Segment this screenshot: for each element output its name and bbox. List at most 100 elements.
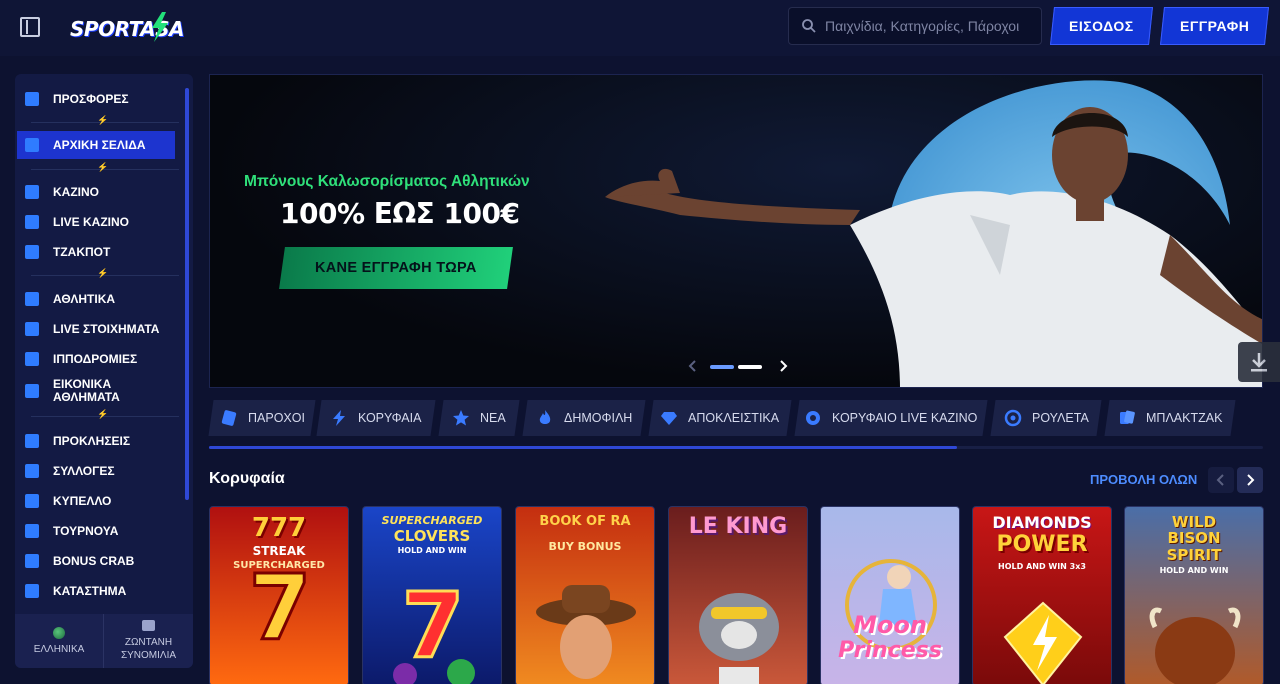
sidebar-divider [31, 268, 179, 279]
register-button[interactable]: ΕΓΓΡΑΦΗ [1160, 7, 1269, 45]
game-subtitle: SPIRIT [1166, 546, 1222, 564]
language-selector[interactable]: ΕΛΛΗΝΙΚΑ [15, 614, 104, 668]
download-icon [1251, 353, 1267, 372]
game-subtitle: BUY BONUS [548, 540, 622, 553]
sidebar-item-cup[interactable]: ΚΥΠΕΛΛΟ [17, 492, 175, 510]
cards-icon [1119, 410, 1135, 424]
game-subtitle: Princess [838, 638, 942, 663]
sidebar-item-label: ΠΡΟΣΦΟΡΕΣ [53, 91, 129, 106]
sidebar-item-store[interactable]: ΚΑΤΑΣΤΗΜΑ [17, 582, 175, 600]
sidebar-item-label: ΑΡΧΙΚΗ ΣΕΛΙΔΑ [53, 137, 146, 152]
game-subtitle: SUPERCHARGED [233, 560, 325, 571]
game-card[interactable]: WILD BISON SPIRIT HOLD AND WIN [1124, 506, 1264, 684]
tab-label: ΔΗΜΟΦΙΛΗ [563, 411, 633, 425]
game-title: DIAMONDS [992, 513, 1092, 532]
carousel-next-button[interactable] [1237, 467, 1263, 493]
sidebar-item-challenges[interactable]: ΠΡΟΚΛΗΣΕΙΣ [17, 432, 175, 450]
sidebar: ΠΡΟΣΦΟΡΕΣ ΑΡΧΙΚΗ ΣΕΛΙΔΑ ΚΑΖΙΝΟ LIVE ΚΑΖΙ… [15, 74, 193, 668]
banner-title: 100% ΕΩΣ 100€ [280, 197, 520, 230]
game-title: LE KING [688, 514, 788, 539]
tab-exclusive[interactable]: ΑΠΟΚΛΕΙΣΤΙΚΑ [648, 400, 792, 436]
game-title: BOOK OF RA [539, 514, 631, 529]
tab-blackjack[interactable]: ΜΠΛΑΚΤΖΑΚ [1104, 400, 1236, 436]
section-title: Κορυφαία [209, 470, 285, 487]
game-card[interactable]: Moon Princess [820, 506, 960, 684]
tab-top[interactable]: ΚΟΡΥΦΑΙΑ [316, 400, 436, 436]
game-card[interactable]: 7 SUPERCHARGED CLOVERS HOLD AND WIN [362, 506, 502, 684]
search-icon [802, 19, 816, 33]
tab-label: ΑΠΟΚΛΕΙΣΤΙΚΑ [688, 411, 780, 425]
view-all-link[interactable]: ΠΡΟΒΟΛΗ ΟΛΩΝ [1090, 472, 1197, 487]
slide-indicator-active[interactable] [738, 365, 762, 369]
game-subtitle: STREAK [252, 544, 306, 558]
sidebar-item-promotions[interactable]: ΠΡΟΣΦΟΡΕΣ [17, 90, 175, 108]
live-casino-icon [25, 215, 39, 229]
soccer-ball-icon [25, 292, 39, 306]
sidebar-footer: ΕΛΛΗΝΙΚΑ ΖΩΝΤΑΝΗ ΣΥΝΟΜΙΛΙΑ [15, 614, 193, 668]
live-chat-button[interactable]: ΖΩΝΤΑΝΗ ΣΥΝΟΜΙΛΙΑ [104, 614, 193, 668]
sidebar-item-label: ΕΙΚΟΝΙΚΑ ΑΘΛΗΜΑΤΑ [53, 377, 120, 404]
trophy-icon [25, 494, 39, 508]
tab-roulette[interactable]: ΡΟΥΛΕΤΑ [990, 400, 1102, 436]
slot-machine-icon [25, 185, 39, 199]
game-card[interactable]: DIAMONDS POWER HOLD AND WIN 3x3 [972, 506, 1112, 684]
game-subtitle: POWER [996, 532, 1088, 557]
site-logo[interactable]: SPORTASA [70, 12, 185, 44]
sidebar-divider [31, 409, 179, 420]
sidebar-toggle-icon[interactable] [20, 17, 40, 37]
game-subtitle: BISON [1167, 529, 1221, 547]
sidebar-item-horse-racing[interactable]: ΙΠΠΟΔΡΟΜΙΕΣ [17, 350, 175, 368]
login-label: ΕΙΣΟΔΟΣ [1069, 18, 1134, 34]
chat-bubble-icon [142, 620, 155, 631]
chevron-left-icon [1216, 474, 1224, 486]
sidebar-item-label: ΚΑΖΙΝΟ [53, 184, 99, 199]
svg-text:7: 7 [249, 556, 312, 661]
collection-icon [25, 464, 39, 478]
sidebar-item-collections[interactable]: ΣΥΛΛΟΓΕΣ [17, 462, 175, 480]
chevron-left-icon[interactable] [686, 359, 700, 373]
sidebar-item-casino[interactable]: ΚΑΖΙΝΟ [17, 183, 175, 201]
sidebar-item-jackpot[interactable]: ΤΖΑΚΠΟΤ [17, 243, 175, 261]
checkered-flag-icon [25, 524, 39, 538]
login-button[interactable]: ΕΙΣΟΔΟΣ [1050, 7, 1153, 45]
tab-label: ΝΕΑ [480, 411, 506, 425]
sidebar-item-live-betting[interactable]: LIVE ΣΤΟΙΧΗΜΑΤΑ [17, 320, 175, 338]
sidebar-item-sports[interactable]: ΑΘΛΗΤΙΚΑ [17, 290, 175, 308]
slide-indicator[interactable] [710, 365, 734, 369]
game-card[interactable]: LE KING [668, 506, 808, 684]
search-input[interactable] [825, 18, 1035, 34]
sidebar-item-virtual-sports[interactable]: ΕΙΚΟΝΙΚΑ ΑΘΛΗΜΑΤΑ [17, 376, 175, 406]
sidebar-item-label: ΙΠΠΟΔΡΟΜΙΕΣ [53, 351, 138, 366]
carousel-prev-button[interactable] [1208, 467, 1234, 493]
category-tabs: ΠΑΡΟΧΟΙ ΚΟΡΥΦΑΙΑ ΝΕΑ ΔΗΜΟΦΙΛΗ ΑΠΟΚΛΕΙΣΤΙ… [208, 400, 1263, 436]
language-label: ΕΛΛΗΝΙΚΑ [33, 644, 85, 655]
live-chat-label: ΖΩΝΤΑΝΗ ΣΥΝΟΜΙΛΙΑ [120, 637, 177, 661]
sidebar-item-home[interactable]: ΑΡΧΙΚΗ ΣΕΛΙΔΑ [17, 131, 175, 159]
sidebar-scrollbar[interactable] [185, 88, 189, 500]
sidebar-item-live-casino[interactable]: LIVE ΚΑΖΙΝΟ [17, 213, 175, 231]
sidebar-item-bonus-crab[interactable]: BONUS CRAB [17, 552, 175, 570]
providers-icon [221, 410, 236, 426]
live-badge-icon [25, 322, 39, 336]
tab-top-live-casino[interactable]: ΚΟΡΥΦΑΙΟ LIVE ΚΑΖΙΝΟ [794, 400, 988, 436]
promo-banner[interactable]: Μπόνους Καλωσορίσματος Αθλητικών 100% ΕΩ… [209, 74, 1263, 388]
medal-icon [25, 434, 39, 448]
game-card[interactable]: 7 777 STREAK SUPERCHARGED [209, 506, 349, 684]
sidebar-divider [31, 115, 179, 126]
sidebar-divider [31, 162, 179, 173]
game-title: 777 [251, 513, 307, 543]
sidebar-item-tournaments[interactable]: ΤΟΥΡΝΟΥΑ [17, 522, 175, 540]
game-card[interactable]: BOOK OF RA BUY BONUS [515, 506, 655, 684]
tabs-scrollbar[interactable] [209, 446, 957, 449]
tab-providers[interactable]: ΠΑΡΟΧΟΙ [208, 400, 316, 436]
register-now-button[interactable]: ΚΑΝΕ ΕΓΓΡΑΦΗ ΤΩΡΑ [279, 247, 513, 289]
clover-icon [25, 245, 39, 259]
tab-new[interactable]: ΝΕΑ [438, 400, 520, 436]
download-app-button[interactable] [1238, 342, 1280, 382]
game-thumbnail [536, 585, 636, 679]
chevron-right-icon[interactable] [776, 359, 790, 373]
top-header: SPORTASA ΕΙΣΟΔΟΣ ΕΓΓΡΑΦΗ [0, 0, 1280, 56]
tab-label: ΚΟΡΥΦΑΙΟ LIVE ΚΑΖΙΝΟ [832, 411, 978, 425]
search-box[interactable] [788, 7, 1042, 45]
tab-popular[interactable]: ΔΗΜΟΦΙΛΗ [522, 400, 646, 436]
